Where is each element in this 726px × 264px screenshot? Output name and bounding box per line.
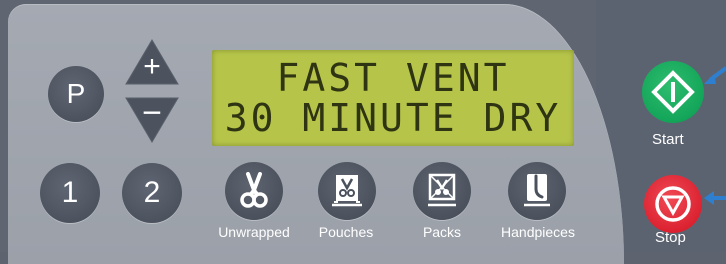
lcd-line-1: FAST VENT (276, 56, 510, 100)
packs-label: Packs (422, 224, 462, 240)
stop-button[interactable] (644, 175, 702, 233)
lcd-line-2: 30 MINUTE DRY (224, 96, 562, 140)
handpiece-icon (524, 174, 550, 207)
button-2[interactable]: 2 (122, 163, 182, 223)
stop-label: Stop (655, 229, 686, 246)
lcd-display: FAST VENT 30 MINUTE DRY (212, 50, 574, 146)
handpieces-label: Handpieces (501, 224, 575, 240)
button-1-label: 1 (61, 176, 79, 209)
unwrapped-label: Unwrapped (218, 224, 290, 240)
stop-icon (655, 186, 691, 222)
program-button-label: P (66, 78, 86, 109)
unwrapped-button[interactable] (225, 162, 283, 220)
pouches-button[interactable] (318, 162, 376, 220)
program-button[interactable]: P (48, 66, 104, 122)
increase-button[interactable]: + (124, 38, 180, 91)
decrease-label: − (142, 94, 162, 132)
start-pointer-arrow-icon (704, 66, 726, 84)
control-panel: P + − FAST VENT 30 MINUTE DRY 1 2 Unwrap… (0, 0, 726, 264)
pouch-icon (332, 175, 362, 207)
increase-label: + (143, 50, 161, 83)
pouches-label: Pouches (318, 224, 374, 240)
stop-pointer-arrow-icon (704, 191, 726, 205)
handpieces-button[interactable] (508, 162, 566, 220)
scissors-icon (240, 172, 268, 208)
start-button[interactable] (642, 61, 704, 123)
start-icon (651, 70, 695, 114)
button-1[interactable]: 1 (40, 163, 100, 223)
pack-icon (428, 173, 456, 207)
decrease-button[interactable]: − (124, 96, 180, 149)
button-2-label: 2 (143, 176, 161, 209)
start-label: Start (652, 131, 684, 148)
packs-button[interactable] (413, 162, 471, 220)
